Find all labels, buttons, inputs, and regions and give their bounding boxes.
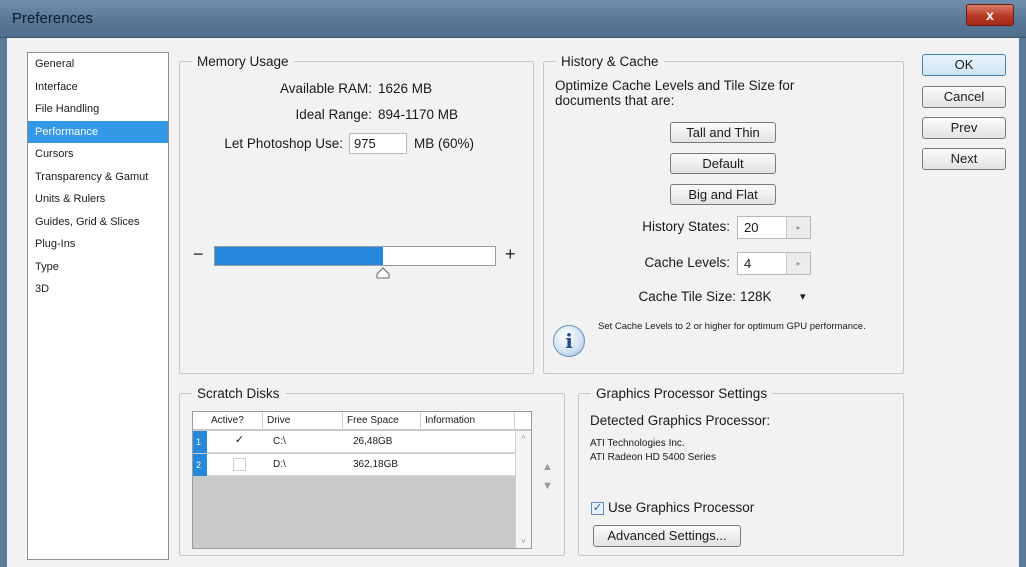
memory-usage-legend: Memory Usage	[197, 54, 289, 69]
sidebar-item-interface[interactable]: Interface	[28, 76, 168, 99]
memory-slider[interactable]	[214, 246, 496, 266]
next-button[interactable]: Next	[922, 148, 1006, 170]
prev-button[interactable]: Prev	[922, 117, 1006, 139]
gpu-cache-hint: Set Cache Levels to 2 or higher for opti…	[598, 321, 866, 332]
graphics-processor-legend: Graphics Processor Settings	[596, 386, 768, 401]
row-free-space: 362,18GB	[353, 459, 399, 470]
table-scrollbar[interactable]: ˄ ˅	[515, 431, 531, 548]
memory-slider-fill	[215, 247, 383, 265]
scroll-up-icon[interactable]: ˄	[516, 433, 531, 442]
sidebar-item-transparency-gamut[interactable]: Transparency & Gamut	[28, 166, 168, 189]
scroll-down-icon[interactable]: ˅	[516, 537, 531, 546]
row-number: 1	[193, 431, 207, 453]
column-header-active: Active?	[207, 412, 263, 430]
scratch-disks-legend: Scratch Disks	[197, 386, 280, 401]
memory-usage-group: Memory Usage	[179, 54, 534, 374]
history-states-value: 20	[744, 220, 759, 235]
row-active-checkbox[interactable]: ✓	[233, 435, 246, 448]
ok-button[interactable]: OK	[922, 54, 1006, 76]
row-free-space: 26,48GB	[353, 436, 393, 447]
sidebar-item-type[interactable]: Type	[28, 256, 168, 279]
cache-levels-input[interactable]: 4 ▸	[737, 252, 811, 275]
cache-tile-size-value: 128K	[740, 289, 772, 304]
history-states-spin-icon[interactable]: ▸	[786, 217, 810, 238]
slider-thumb-icon[interactable]	[376, 267, 390, 279]
column-header-free-space: Free Space	[343, 412, 421, 430]
table-row[interactable]: 2 D:\ 362,18GB	[193, 454, 531, 476]
history-states-label: History States:	[642, 219, 730, 234]
scratch-disks-header: Active? Drive Free Space Information	[193, 412, 531, 430]
sidebar-item-plug-ins[interactable]: Plug-Ins	[28, 233, 168, 256]
move-up-arrow-icon[interactable]: ▲	[542, 461, 553, 473]
cache-levels-label: Cache Levels:	[644, 255, 730, 270]
plus-icon[interactable]: +	[505, 244, 516, 265]
chevron-down-icon: ▾	[800, 291, 806, 303]
photoshop-use-label: Let Photoshop Use:	[224, 136, 343, 151]
ideal-range-label: Ideal Range:	[295, 107, 372, 122]
sidebar-item-units-rulers[interactable]: Units & Rulers	[28, 188, 168, 211]
cache-levels-spin-icon[interactable]: ▸	[786, 253, 810, 274]
ideal-range-value: 894-1170 MB	[378, 107, 459, 122]
history-states-input[interactable]: 20 ▸	[737, 216, 811, 239]
cache-tile-size-dropdown[interactable]: 128K ▾	[740, 286, 814, 308]
photoshop-use-value: 975	[354, 136, 376, 151]
sidebar-item-general[interactable]: General	[28, 53, 168, 76]
use-gpu-checkbox[interactable]: ✓	[591, 502, 604, 515]
default-cache-button[interactable]: Default	[670, 153, 776, 174]
photoshop-use-unit: MB (60%)	[414, 136, 475, 151]
title-bar: Preferences x	[0, 0, 1026, 38]
gpu-model: ATI Radeon HD 5400 Series	[590, 452, 716, 463]
available-ram-label: Available RAM:	[279, 81, 372, 96]
big-and-flat-button[interactable]: Big and Flat	[670, 184, 776, 205]
advanced-settings-button[interactable]: Advanced Settings...	[593, 525, 741, 547]
preferences-sidebar: General Interface File Handling Performa…	[27, 52, 169, 560]
history-cache-legend: History & Cache	[561, 54, 659, 69]
photoshop-use-input[interactable]: 975	[349, 133, 407, 154]
gpu-vendor: ATI Technologies Inc.	[590, 438, 685, 449]
available-ram-value: 1626 MB	[378, 81, 433, 96]
sidebar-item-performance[interactable]: Performance	[28, 120, 168, 143]
column-header-information: Information	[421, 412, 515, 430]
row-drive: C:\	[273, 436, 286, 447]
cache-tile-size-label: Cache Tile Size:	[638, 289, 736, 304]
sidebar-item-guides-grid-slices[interactable]: Guides, Grid & Slices	[28, 211, 168, 234]
detected-gpu-label: Detected Graphics Processor:	[590, 413, 771, 428]
use-gpu-label: Use Graphics Processor	[608, 500, 755, 515]
scratch-disks-table: Active? Drive Free Space Information 1 ✓…	[192, 411, 532, 549]
cancel-button[interactable]: Cancel	[922, 86, 1006, 108]
sidebar-item-file-handling[interactable]: File Handling	[28, 98, 168, 121]
table-row[interactable]: 1 ✓ C:\ 26,48GB	[193, 431, 531, 453]
cache-levels-value: 4	[744, 256, 752, 271]
cache-description: Optimize Cache Levels and Tile Size for …	[555, 78, 795, 108]
column-header-drive: Drive	[263, 412, 343, 430]
sidebar-item-3d[interactable]: 3D	[28, 278, 168, 301]
close-button[interactable]: x	[966, 4, 1014, 26]
minus-icon[interactable]: −	[193, 244, 204, 265]
move-down-arrow-icon[interactable]: ▼	[542, 480, 553, 492]
sidebar-item-cursors[interactable]: Cursors	[28, 143, 168, 166]
info-icon: i	[553, 325, 585, 357]
tall-and-thin-button[interactable]: Tall and Thin	[670, 122, 776, 143]
row-number: 2	[193, 454, 207, 476]
row-active-checkbox[interactable]	[233, 458, 246, 471]
window-title: Preferences	[12, 10, 93, 27]
row-drive: D:\	[273, 459, 286, 470]
